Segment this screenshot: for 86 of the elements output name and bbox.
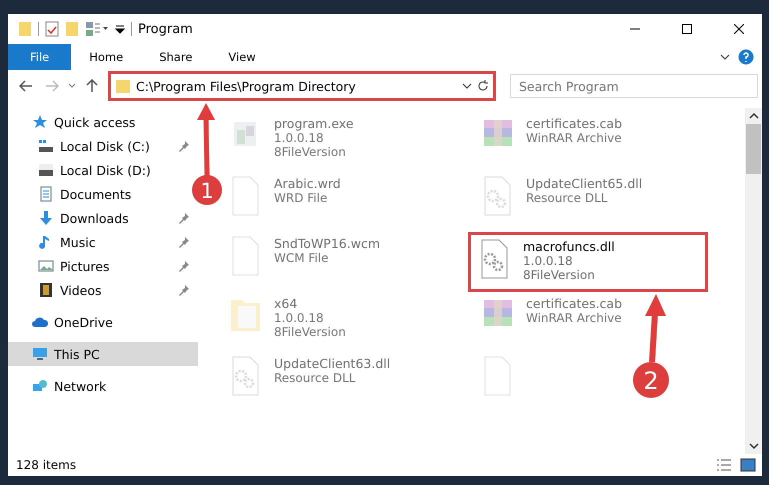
refresh-icon[interactable] xyxy=(477,80,489,92)
sidebar-item[interactable]: Pictures xyxy=(8,254,198,278)
forward-arrow-icon xyxy=(45,80,59,92)
file-item[interactable]: UpdateClient63.dll Resource DLL xyxy=(222,352,396,412)
file-detail: WinRAR Archive xyxy=(526,131,622,145)
picture-icon xyxy=(38,258,54,274)
file-name: certificates.cab xyxy=(526,116,622,131)
pin-icon[interactable] xyxy=(178,212,190,224)
download-arrow-icon xyxy=(38,210,54,226)
folder-icon xyxy=(115,78,131,94)
file-detail: 8FileVersion xyxy=(274,325,346,339)
star-icon xyxy=(32,114,48,130)
file-item[interactable]: program.exe 1.0.0.18 8FileVersion xyxy=(222,112,360,172)
file-item[interactable]: certificates.cab WinRAR Archive xyxy=(474,292,628,352)
sidebar-item[interactable]: Music xyxy=(8,230,198,254)
file-detail: Resource DLL xyxy=(526,191,608,205)
file-name: Arabic.wrd xyxy=(274,176,341,191)
scrollbar[interactable] xyxy=(745,108,762,454)
item-count: 128 items xyxy=(16,458,78,472)
ribbon-tab[interactable]: File xyxy=(8,44,72,70)
back-arrow-icon xyxy=(19,80,33,92)
pin-icon[interactable] xyxy=(178,140,190,152)
file-item[interactable]: Arabic.wrd WRD File xyxy=(222,172,347,232)
number-badge: 2 xyxy=(633,362,669,398)
file-name: UpdateClient65.dll xyxy=(526,176,642,191)
file-detail: 8FileVersion xyxy=(523,268,596,282)
annotation-arrow xyxy=(645,294,666,362)
file-detail: WCM File xyxy=(274,251,330,265)
file-name: UpdateClient63.dll xyxy=(274,356,390,371)
file-item[interactable]: certificates.cab WinRAR Archive xyxy=(474,112,628,172)
file-item[interactable]: UpdateClient65.dll Resource DLL xyxy=(474,172,648,232)
file-detail: WRD File xyxy=(274,191,328,205)
dropdown-icon[interactable] xyxy=(462,82,472,90)
window-title: Program xyxy=(138,22,194,36)
address-bar[interactable]: C:\Program Files\Program Directory xyxy=(108,71,496,101)
file-item[interactable]: SndToWP16.wcm WCM File xyxy=(222,232,386,292)
ribbon-tab[interactable]: View xyxy=(210,44,274,70)
sidebar-item[interactable]: Local Disk (C:) xyxy=(8,134,198,158)
expand-ribbon-icon[interactable] xyxy=(720,53,730,61)
sidebar-item[interactable]: Quick access xyxy=(8,110,144,134)
file-item[interactable]: x64 1.0.0.18 8FileVersion xyxy=(222,292,352,352)
sidebar-item[interactable]: OneDrive xyxy=(8,310,121,334)
network-icon xyxy=(32,378,48,394)
close-icon xyxy=(734,24,744,34)
sidebar-item[interactable]: Documents xyxy=(8,182,140,206)
file-name: program.exe xyxy=(274,116,354,131)
scroll-up-icon[interactable] xyxy=(748,112,758,120)
search-field[interactable]: Search Program xyxy=(510,74,758,98)
ribbon-tab[interactable]: Home xyxy=(71,44,142,70)
number-badge: 1 xyxy=(192,175,222,205)
pin-icon[interactable] xyxy=(178,260,190,272)
sidebar-item[interactable]: Network xyxy=(8,374,114,398)
drive-icon xyxy=(38,138,54,154)
pin-icon[interactable] xyxy=(178,284,190,296)
file-detail: 1.0.0.18 xyxy=(523,254,574,268)
large-icons-view-icon[interactable] xyxy=(740,458,756,472)
file-name: SndToWP16.wcm xyxy=(274,236,380,251)
file-detail: 1.0.0.18 xyxy=(274,311,325,325)
file-name: certificates.cab xyxy=(526,296,622,311)
pin-icon[interactable] xyxy=(178,236,190,248)
file-detail: WinRAR Archive xyxy=(526,311,622,325)
view-dropdown-icon[interactable] xyxy=(85,21,109,37)
up-arrow-icon xyxy=(86,79,98,93)
maximize-icon xyxy=(682,24,692,34)
sidebar-item[interactable]: Local Disk (D:) xyxy=(8,158,159,182)
file-name: macrofuncs.dll xyxy=(523,239,615,254)
file-item[interactable]: macrofuncs.dll 1.0.0.18 8FileVersion xyxy=(468,232,708,292)
customize-toolbar-icon[interactable] xyxy=(115,23,125,35)
monitor-icon xyxy=(32,346,48,362)
sidebar-item[interactable]: This PC xyxy=(8,342,198,366)
scroll-thumb[interactable] xyxy=(746,124,761,174)
help-icon[interactable] xyxy=(738,49,754,65)
properties-icon[interactable] xyxy=(45,21,59,37)
file-name: x64 xyxy=(274,296,298,311)
details-view-icon[interactable] xyxy=(716,458,732,472)
recent-locations-icon[interactable] xyxy=(68,83,76,89)
scroll-down-icon[interactable] xyxy=(748,442,758,450)
sidebar-item[interactable]: Videos xyxy=(8,278,198,302)
file-detail: 8FileVersion xyxy=(274,145,347,159)
document-icon xyxy=(38,186,54,202)
file-detail: 1.0.0.18 xyxy=(274,131,325,145)
file-detail: Resource DLL xyxy=(274,371,356,385)
film-icon xyxy=(38,282,54,298)
ribbon-tab[interactable]: Share xyxy=(141,44,210,70)
drive-icon xyxy=(38,162,54,178)
sidebar-item[interactable]: Downloads xyxy=(8,206,198,230)
